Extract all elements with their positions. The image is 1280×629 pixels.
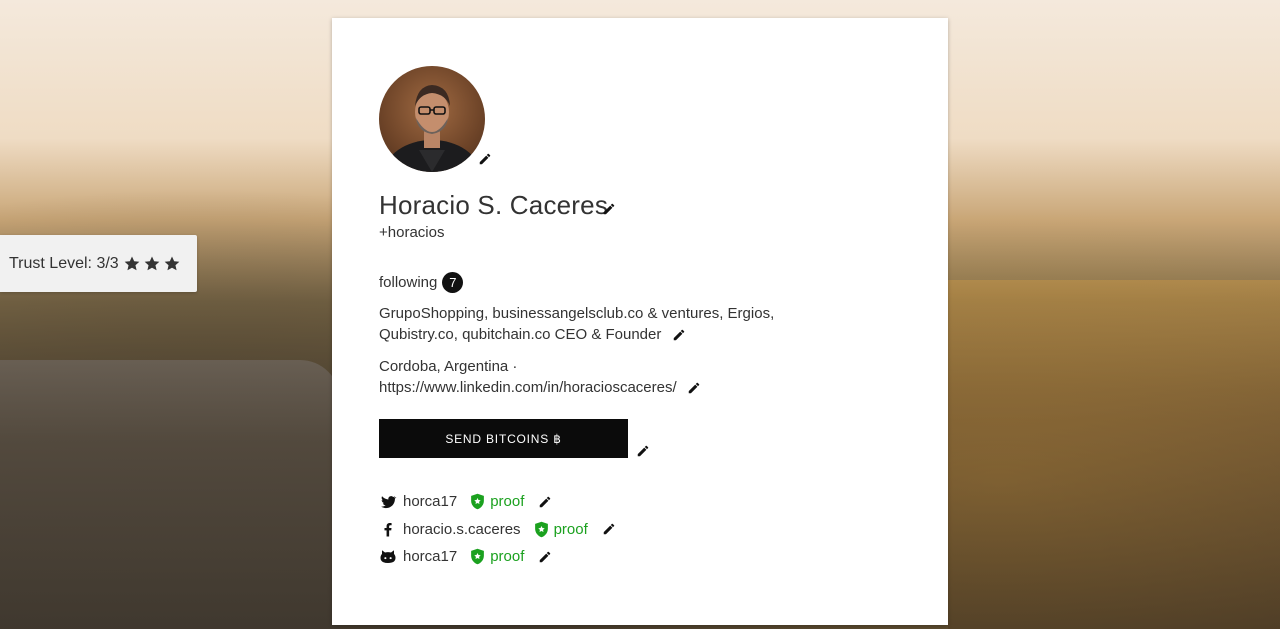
background-stump [0,360,340,629]
following-label: following [379,274,438,291]
trust-level-label: Trust Level: 3/3 [9,254,119,272]
edit-bio-icon[interactable] [672,328,686,342]
facebook-username[interactable]: horacio.s.caceres [403,521,521,538]
twitter-username[interactable]: horca17 [403,493,457,510]
bio-text: GrupoShopping, businessangelsclub.co & v… [379,305,775,343]
verified-shield-icon [534,521,548,538]
edit-avatar-icon[interactable] [478,152,492,166]
edit-location-icon[interactable] [687,381,701,395]
facebook-icon [384,523,392,537]
website-link[interactable]: https://www.linkedin.com/in/horacioscace… [379,379,677,396]
send-bitcoins-button[interactable]: SEND BITCOINS ฿ [379,419,628,458]
star-icon [124,256,140,270]
avatar[interactable] [379,66,485,172]
trust-level-panel: Trust Level: 3/3 [0,235,197,292]
edit-github-proof-icon[interactable] [538,550,552,564]
edit-bitcoin-address-icon[interactable] [636,444,650,458]
verified-shield-icon [471,548,485,565]
edit-name-icon[interactable] [602,202,616,216]
proof-row-github: horca17 proof [379,543,616,571]
profile-location: Cordoba, Argentina · https://www.linkedi… [379,356,779,398]
profile-handle: +horacios [379,224,445,241]
following-link[interactable]: following 7 [379,272,464,293]
trust-stars [123,255,181,273]
proof-row-facebook: horacio.s.caceres proof [379,516,616,544]
star-icon [164,256,180,270]
following-count-badge: 7 [442,272,464,293]
edit-facebook-proof-icon[interactable] [602,522,616,536]
twitter-proof-link[interactable]: proof [490,493,524,510]
background-field [948,280,1280,629]
github-proof-link[interactable]: proof [490,548,524,565]
location-text: Cordoba, Argentina · [379,358,518,375]
twitter-icon [381,495,397,508]
identity-proofs: horca17 proof horacio.s.caceres proof ho… [379,488,616,571]
edit-twitter-proof-icon[interactable] [538,495,552,509]
star-icon [144,256,160,270]
facebook-proof-link[interactable]: proof [554,521,588,538]
github-icon [380,550,396,563]
profile-card: Horacio S. Caceres +horacios following 7… [332,18,948,625]
proof-row-twitter: horca17 proof [379,488,616,516]
avatar-portrait [384,85,480,172]
verified-shield-icon [471,493,485,510]
profile-name: Horacio S. Caceres [379,190,609,220]
profile-bio: GrupoShopping, businessangelsclub.co & v… [379,303,779,345]
github-username[interactable]: horca17 [403,548,457,565]
